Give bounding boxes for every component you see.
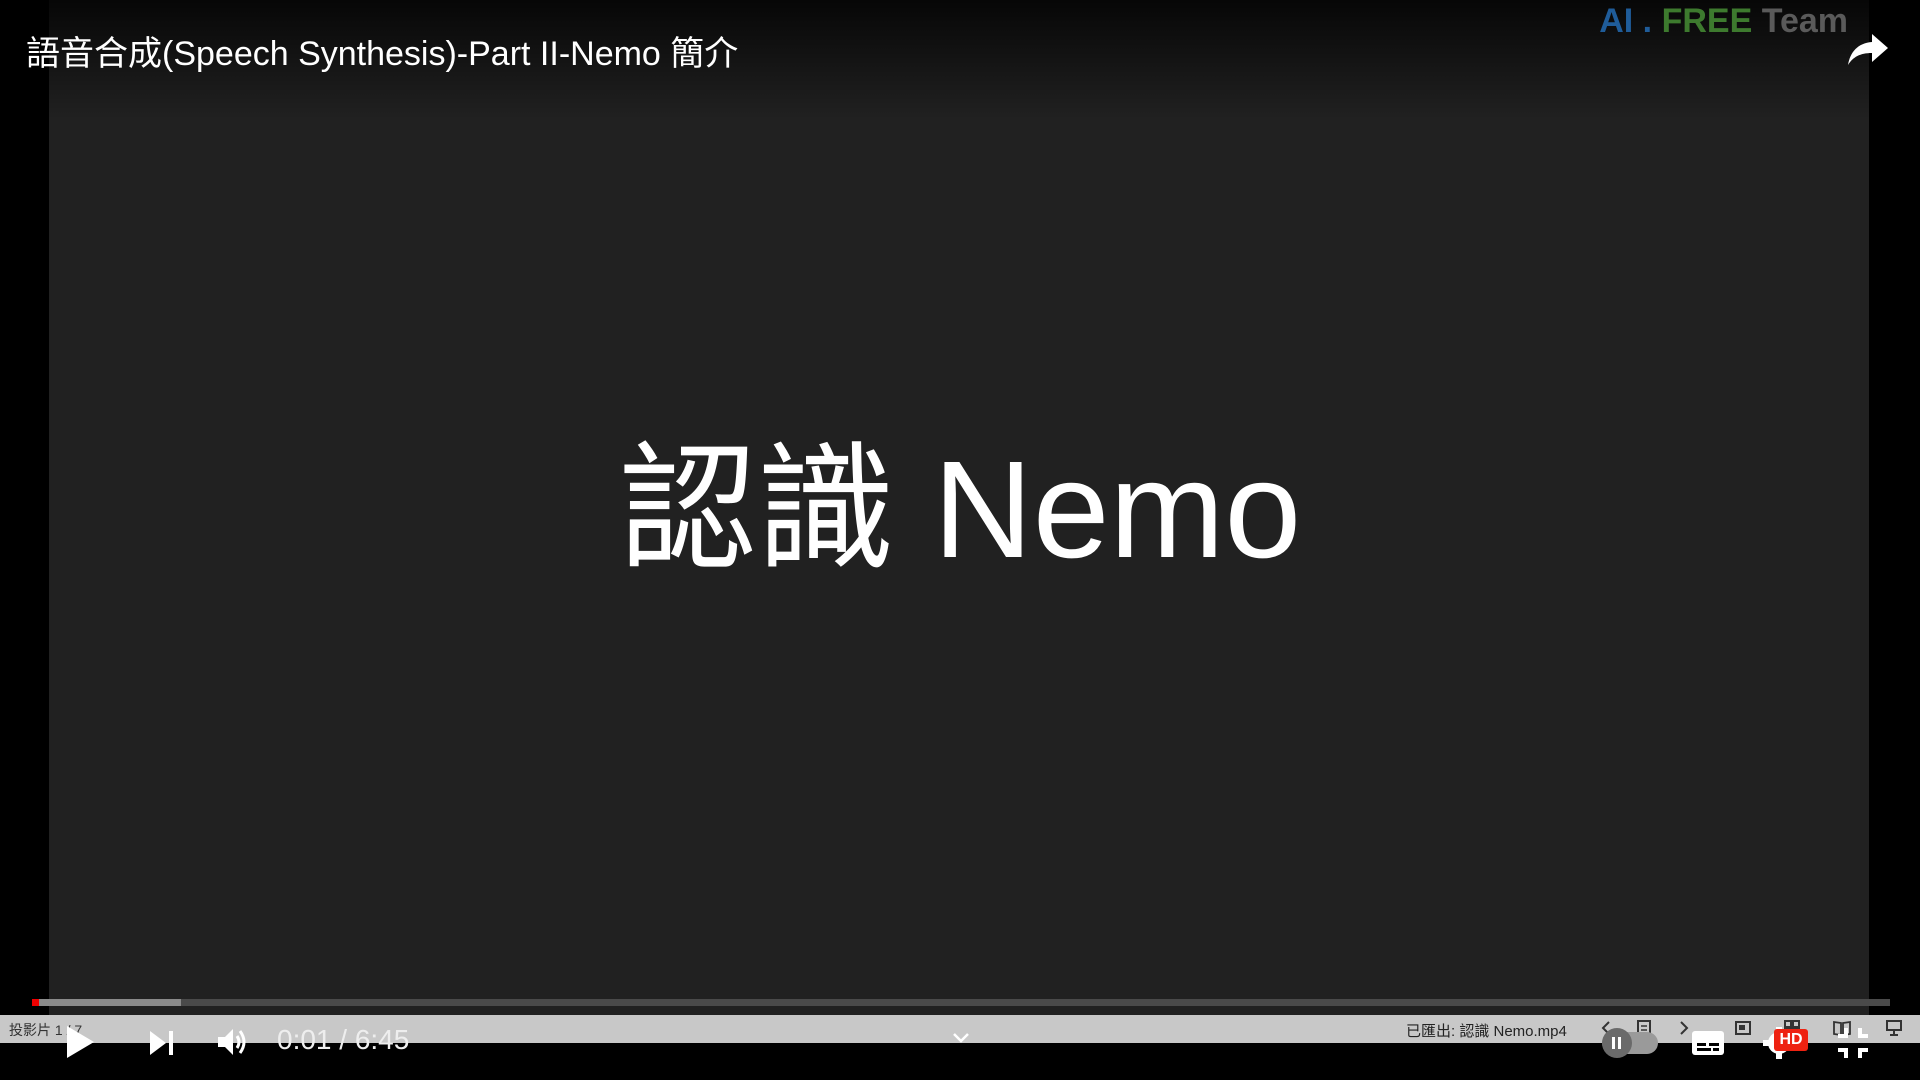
share-icon[interactable] [1846, 28, 1890, 68]
normal-view-icon[interactable] [1733, 1018, 1753, 1038]
progress-buffered [32, 999, 181, 1006]
autoplay-toggle[interactable] [1602, 1028, 1658, 1058]
pause-icon [1612, 1037, 1615, 1049]
brand-dot: . [1642, 2, 1653, 40]
play-icon[interactable] [64, 1024, 96, 1060]
exit-fullscreen-icon[interactable] [1836, 1026, 1870, 1060]
chevron-down-icon[interactable] [952, 1032, 970, 1044]
autoplay-knob [1602, 1028, 1632, 1058]
brand-team: Team [1761, 2, 1848, 40]
slide-main-text: 認識 Nemo [618, 433, 1302, 587]
next-icon[interactable] [148, 1029, 176, 1057]
progress-bar[interactable] [32, 999, 1890, 1006]
time-display: 0:01 / 6:45 [277, 1024, 410, 1055]
channel-watermark: AI . FREE Team [1599, 2, 1848, 41]
volume-icon[interactable] [216, 1026, 250, 1058]
hd-badge: HD [1774, 1029, 1808, 1051]
brand-free: FREE [1661, 2, 1753, 40]
brand-ai: AI [1599, 2, 1634, 40]
progress-played [32, 999, 39, 1006]
exported-label: 已匯出: 認識 Nemo.mp4 [1406, 1023, 1567, 1040]
slideshow-view-icon[interactable] [1884, 1018, 1904, 1038]
subtitles-icon[interactable] [1690, 1029, 1726, 1057]
video-title[interactable]: 語音合成(Speech Synthesis)-Part II-Nemo 簡介 [26, 26, 738, 75]
